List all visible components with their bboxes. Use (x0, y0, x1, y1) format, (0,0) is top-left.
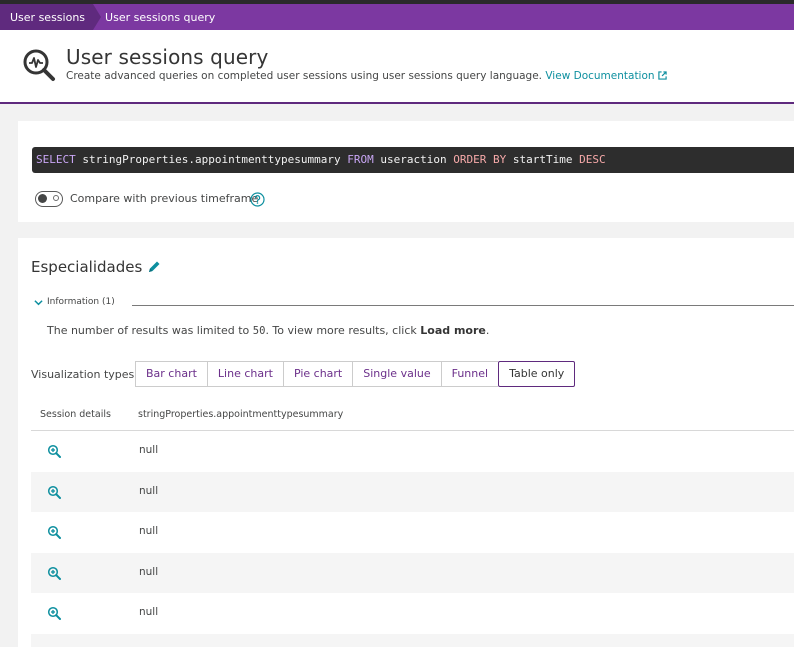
information-section-toggle[interactable]: Information (1) (32, 296, 794, 310)
zoom-in-icon[interactable] (47, 566, 61, 580)
information-count: (1) (101, 297, 115, 307)
edit-pencil-icon[interactable] (148, 260, 161, 273)
query-order-field: startTime (512, 153, 573, 166)
query-from-keyword: FROM (347, 153, 374, 166)
results-table: Session details stringProperties.appoint… (31, 401, 794, 647)
compare-label: Compare with previous timeframe (70, 192, 259, 205)
breadcrumb-item-user-sessions[interactable]: User sessions (0, 4, 94, 30)
result-title: Especialidades (31, 258, 143, 276)
column-header-session-details[interactable]: Session details (40, 409, 111, 420)
external-link-icon (657, 71, 667, 80)
table-header: Session details stringProperties.appoint… (31, 401, 794, 431)
search-analytics-icon (23, 49, 55, 81)
information-label: Information (1) (47, 297, 115, 307)
information-title: Information (47, 297, 100, 307)
query-editor[interactable]: SELECT stringProperties.appointmenttypes… (32, 147, 794, 173)
zoom-in-icon[interactable] (47, 606, 61, 620)
table-row: null (31, 431, 794, 472)
zoom-in-icon[interactable] (47, 444, 61, 458)
table-row: null (31, 512, 794, 553)
table-row (31, 633, 794, 647)
viz-pie-chart-button[interactable]: Pie chart (282, 361, 353, 387)
cell-value: null (139, 484, 159, 497)
breadcrumb: User sessions User sessions query (0, 4, 794, 30)
table-row: null (31, 471, 794, 512)
info-text-before: The number of results was limited to (47, 324, 253, 337)
cell-value: null (139, 606, 159, 618)
query-orderby-keyword: ORDER BY (453, 153, 507, 166)
viz-single-value-button[interactable]: Single value (352, 361, 441, 387)
doc-link-label: View Documentation (545, 70, 655, 82)
info-text-mid: . To view more results, click (265, 324, 421, 337)
table-row: null (31, 593, 794, 634)
subtitle-text: Create advanced queries on completed use… (66, 70, 543, 82)
load-more-link[interactable]: Load more (420, 324, 486, 337)
view-documentation-link[interactable]: View Documentation (545, 70, 667, 82)
info-text-after: . (485, 324, 490, 337)
page-subtitle: Create advanced queries on completed use… (66, 70, 667, 82)
page-header: User sessions query Create advanced quer… (0, 30, 794, 104)
result-card: Especialidades Information (1) The numbe… (18, 238, 794, 647)
query-dir-keyword: DESC (579, 153, 606, 166)
query-field: stringProperties.appointmenttypesummary (82, 153, 341, 166)
viz-line-chart-button[interactable]: Line chart (206, 361, 283, 387)
page-title: User sessions query (66, 45, 269, 69)
info-limit: 50 (252, 325, 266, 337)
column-header-appointment-summary[interactable]: stringProperties.appointmenttypesummary (138, 409, 343, 420)
breadcrumb-item-user-sessions-query[interactable]: User sessions query (101, 4, 223, 30)
cell-value: null (139, 444, 159, 456)
viz-bar-chart-button[interactable]: Bar chart (135, 361, 207, 387)
zoom-in-icon[interactable] (47, 485, 61, 499)
chevron-down-icon (34, 300, 43, 306)
information-divider (132, 305, 794, 306)
cell-value: null (139, 525, 159, 537)
visualization-types: Bar chart Line chart Pie chart Single va… (135, 361, 576, 387)
zoom-in-icon[interactable] (47, 525, 61, 539)
query-card: SELECT stringProperties.appointmenttypes… (18, 121, 794, 222)
information-message: The number of results was limited to 50.… (47, 324, 489, 337)
compare-toggle[interactable] (35, 191, 63, 207)
viz-funnel-button[interactable]: Funnel (440, 361, 499, 387)
viz-table-only-button[interactable]: Table only (498, 361, 576, 387)
cell-value: null (139, 565, 159, 578)
query-select-keyword: SELECT (36, 153, 76, 166)
toggle-off-indicator (53, 195, 59, 201)
help-icon[interactable] (250, 192, 265, 207)
query-table: useraction (380, 153, 447, 166)
toggle-knob (38, 194, 47, 203)
visualization-label: Visualization types: (31, 368, 138, 381)
breadcrumb-separator (93, 4, 102, 30)
table-row: null (31, 552, 794, 593)
